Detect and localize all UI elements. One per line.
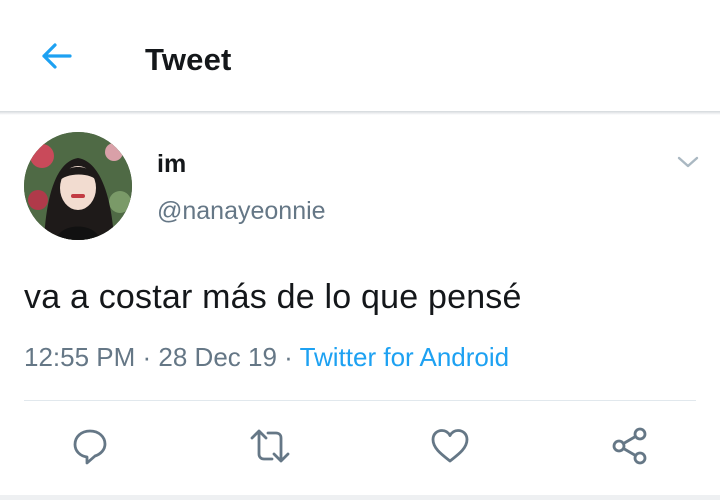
author-handle[interactable]: @nanayeonnie bbox=[157, 197, 326, 226]
tweet-source-link[interactable]: Twitter for Android bbox=[300, 342, 510, 372]
retweet-button[interactable] bbox=[248, 424, 292, 468]
tweet-meta: 12:55 PM · 28 Dec 19 · Twitter for Andro… bbox=[24, 342, 509, 373]
tweet-time: 12:55 PM bbox=[24, 342, 136, 372]
author-name[interactable]: im bbox=[157, 150, 186, 179]
comment-icon bbox=[73, 429, 107, 465]
share-icon bbox=[612, 427, 647, 465]
retweet-icon bbox=[250, 429, 290, 463]
header-divider bbox=[0, 111, 720, 115]
share-button[interactable] bbox=[608, 424, 652, 468]
tweet-menu-button[interactable] bbox=[674, 150, 702, 174]
like-button[interactable] bbox=[428, 424, 472, 468]
top-bar: Tweet bbox=[0, 0, 720, 112]
meta-separator: · bbox=[135, 342, 159, 372]
tweet-text: va a costar más de lo que pensé bbox=[24, 278, 522, 316]
reply-button[interactable] bbox=[68, 424, 112, 468]
chevron-down-icon bbox=[677, 156, 699, 168]
meta-separator: · bbox=[276, 342, 300, 372]
avatar-image bbox=[24, 132, 132, 240]
arrow-left-icon bbox=[42, 43, 72, 69]
actions-divider bbox=[24, 400, 696, 401]
tweet-date: 28 Dec 19 bbox=[158, 342, 277, 372]
bottom-divider bbox=[0, 495, 720, 500]
back-button[interactable] bbox=[34, 38, 78, 74]
avatar[interactable] bbox=[24, 132, 132, 240]
heart-icon bbox=[431, 429, 469, 463]
page-title: Tweet bbox=[145, 42, 232, 77]
